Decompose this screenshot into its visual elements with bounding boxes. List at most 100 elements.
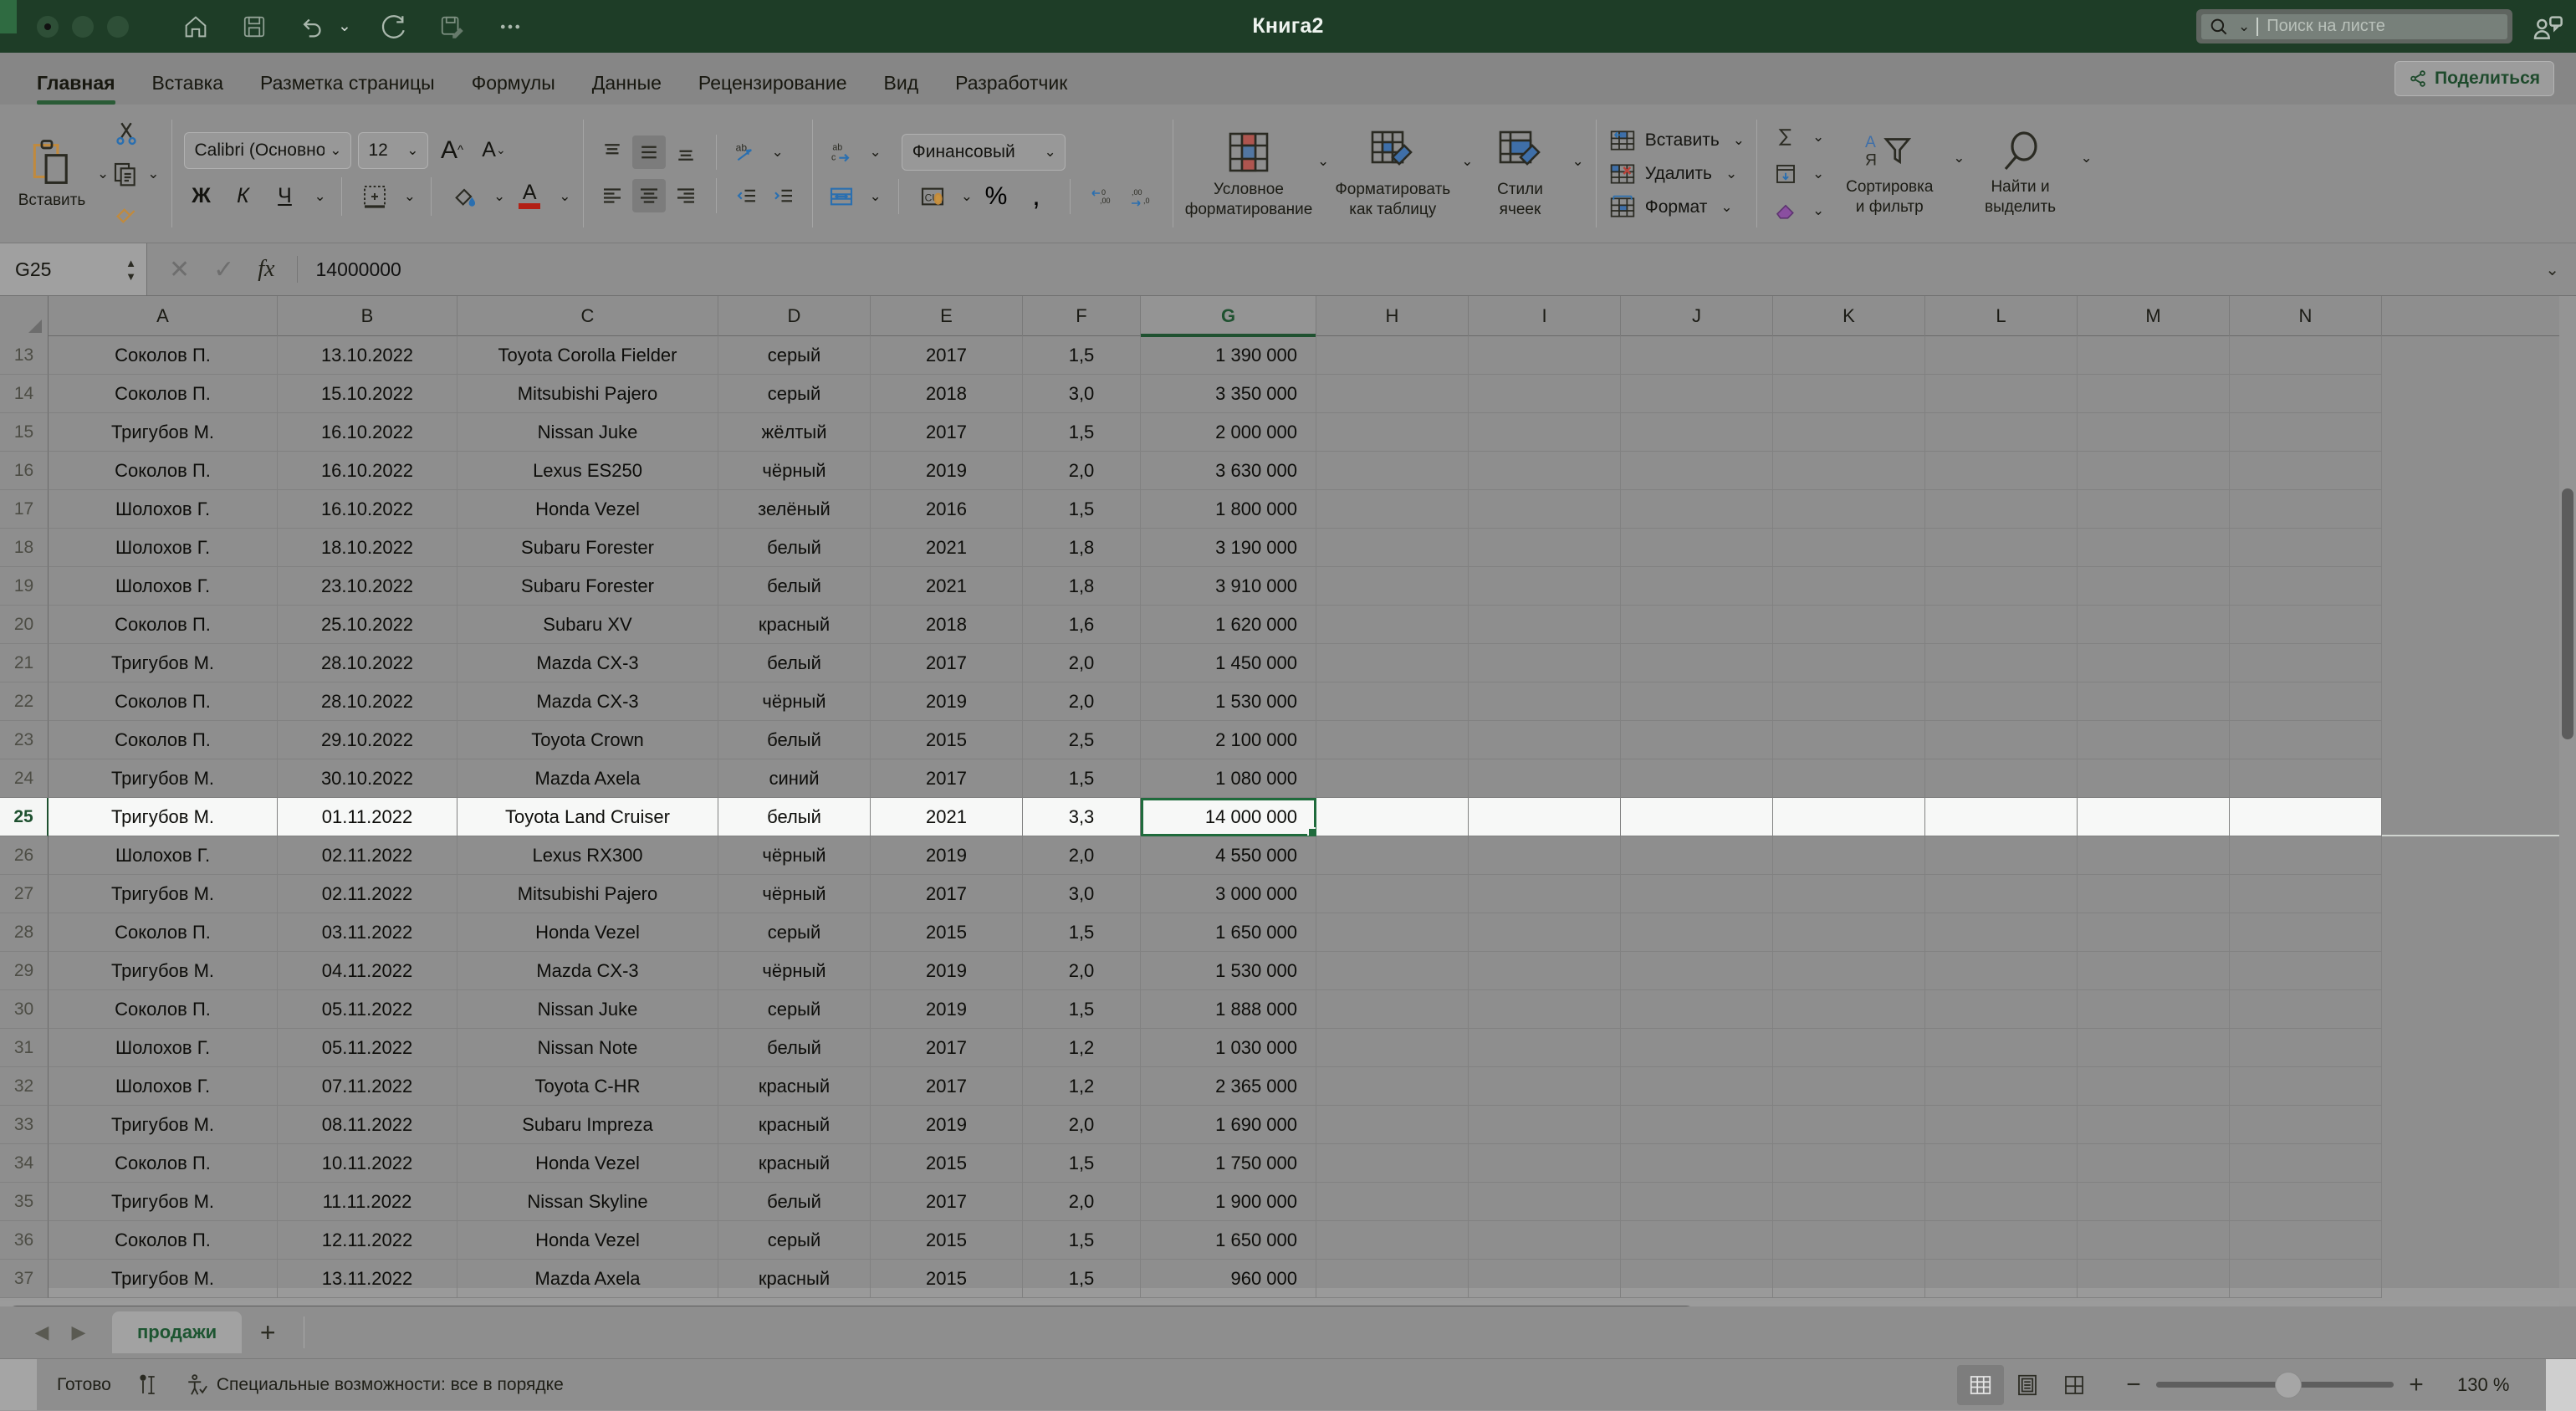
table-cell-c[interactable]: Lexus RX300 — [457, 836, 718, 875]
table-cell-d[interactable]: чёрный — [718, 452, 871, 490]
table-cell-g[interactable]: 4 550 000 — [1141, 836, 1316, 875]
table-row[interactable]: 28Соколов П.03.11.2022Honda Vezelсерый20… — [0, 913, 2576, 952]
column-header-a[interactable]: A — [49, 296, 278, 336]
text-orientation-button[interactable]: ab — [730, 135, 764, 169]
table-cell-k[interactable] — [1773, 913, 1925, 952]
table-cell-f[interactable]: 2,0 — [1023, 836, 1141, 875]
decrease-font-size-button[interactable]: A⌄ — [477, 133, 512, 168]
expand-formula-bar-chevron-icon[interactable]: ⌄ — [2545, 259, 2559, 280]
table-cell-n[interactable] — [2230, 452, 2382, 490]
table-cell-m[interactable] — [2078, 336, 2230, 375]
table-row[interactable]: 17Шолохов Г.16.10.2022Honda Vezelзелёный… — [0, 490, 2576, 529]
table-cell-e[interactable]: 2016 — [871, 490, 1023, 529]
column-header-c[interactable]: C — [457, 296, 718, 336]
table-cell-i[interactable] — [1469, 721, 1621, 759]
table-cell-a[interactable]: Соколов П. — [49, 336, 278, 375]
table-cell-f[interactable]: 2,0 — [1023, 1106, 1141, 1144]
table-cell-f[interactable]: 2,0 — [1023, 452, 1141, 490]
table-cell-f[interactable]: 1,5 — [1023, 1221, 1141, 1260]
table-cell-j[interactable] — [1621, 759, 1773, 798]
table-cell-n[interactable] — [2230, 1260, 2382, 1298]
table-cell-d[interactable]: синий — [718, 759, 871, 798]
table-cell-j[interactable] — [1621, 606, 1773, 644]
table-cell-l[interactable] — [1925, 682, 2078, 721]
table-cell-d[interactable]: белый — [718, 721, 871, 759]
table-cell-h[interactable] — [1316, 1183, 1469, 1221]
paste-button[interactable]: Вставить — [12, 138, 92, 210]
comma-format-button[interactable]: , — [1020, 180, 1053, 213]
table-cell-h[interactable] — [1316, 1067, 1469, 1106]
table-cell-a[interactable]: Шолохов Г. — [49, 1067, 278, 1106]
table-cell-f[interactable]: 3,0 — [1023, 375, 1141, 413]
table-cell-h[interactable] — [1316, 1144, 1469, 1183]
table-cell-f[interactable]: 2,0 — [1023, 952, 1141, 990]
column-header-l[interactable]: L — [1925, 296, 2078, 336]
table-cell-d[interactable]: серый — [718, 336, 871, 375]
table-cell-l[interactable] — [1925, 990, 2078, 1029]
table-cell-c[interactable]: Nissan Skyline — [457, 1183, 718, 1221]
table-cell-a[interactable]: Шолохов Г. — [49, 529, 278, 567]
align-left-button[interactable] — [595, 179, 629, 212]
table-cell-l[interactable] — [1925, 875, 2078, 913]
vertical-scrollbar[interactable] — [2559, 296, 2576, 1288]
table-cell-b[interactable]: 05.11.2022 — [278, 990, 457, 1029]
table-cell-d[interactable]: красный — [718, 1106, 871, 1144]
table-cell-k[interactable] — [1773, 606, 1925, 644]
table-cell-n[interactable] — [2230, 990, 2382, 1029]
table-cell-h[interactable] — [1316, 606, 1469, 644]
table-cell-e[interactable]: 2019 — [871, 1106, 1023, 1144]
table-row[interactable]: 25Тригубов М.01.11.2022Toyota Land Cruis… — [0, 798, 2576, 836]
table-cell-m[interactable] — [2078, 836, 2230, 875]
add-sheet-button[interactable]: + — [245, 1311, 290, 1353]
row-header[interactable]: 34 — [0, 1144, 49, 1183]
table-row[interactable]: 33Тригубов М.08.11.2022Subaru Imprezaкра… — [0, 1106, 2576, 1144]
table-cell-h[interactable] — [1316, 798, 1469, 836]
table-cell-e[interactable]: 2021 — [871, 798, 1023, 836]
table-cell-f[interactable]: 1,5 — [1023, 1260, 1141, 1298]
table-cell-g[interactable]: 1 650 000 — [1141, 913, 1316, 952]
tab-home[interactable]: Главная — [18, 72, 134, 105]
ribbon-tab-bar[interactable]: Главная Вставка Разметка страницы Формул… — [0, 53, 2576, 105]
table-cell-e[interactable]: 2021 — [871, 567, 1023, 606]
table-cell-b[interactable]: 15.10.2022 — [278, 375, 457, 413]
normal-view-button[interactable] — [1957, 1365, 2004, 1405]
table-cell-f[interactable]: 1,5 — [1023, 336, 1141, 375]
confirm-entry-icon[interactable]: ✓ — [213, 255, 234, 284]
table-cell-n[interactable] — [2230, 1067, 2382, 1106]
table-cell-c[interactable]: Toyota Land Cruiser — [457, 798, 718, 836]
table-cell-d[interactable]: белый — [718, 1183, 871, 1221]
table-cell-l[interactable] — [1925, 721, 2078, 759]
table-cell-n[interactable] — [2230, 1221, 2382, 1260]
table-cell-f[interactable]: 1,2 — [1023, 1029, 1141, 1067]
table-cell-b[interactable]: 05.11.2022 — [278, 1029, 457, 1067]
bold-button[interactable]: Ж — [184, 179, 219, 214]
copy-button[interactable]: ⌄ — [112, 156, 159, 192]
table-cell-k[interactable] — [1773, 682, 1925, 721]
table-cell-d[interactable]: серый — [718, 990, 871, 1029]
table-cell-i[interactable] — [1469, 875, 1621, 913]
row-header[interactable]: 25 — [0, 798, 49, 836]
table-cell-e[interactable]: 2019 — [871, 990, 1023, 1029]
wrap-text-button[interactable]: abc — [825, 135, 858, 169]
table-cell-g[interactable]: 960 000 — [1141, 1260, 1316, 1298]
format-cells-button[interactable]: Формат ⌄ — [1608, 194, 1745, 221]
table-cell-m[interactable] — [2078, 644, 2230, 682]
fill-color-dropdown-chevron-icon[interactable]: ⌄ — [493, 188, 505, 205]
name-box[interactable]: G25 ▲▼ — [0, 243, 147, 295]
table-cell-e[interactable]: 2017 — [871, 413, 1023, 452]
table-cell-j[interactable] — [1621, 913, 1773, 952]
table-cell-a[interactable]: Соколов П. — [49, 1144, 278, 1183]
page-layout-view-button[interactable] — [2004, 1365, 2051, 1405]
table-cell-b[interactable]: 16.10.2022 — [278, 490, 457, 529]
table-cell-n[interactable] — [2230, 1029, 2382, 1067]
table-cell-f[interactable]: 1,5 — [1023, 913, 1141, 952]
align-center-button[interactable] — [632, 179, 666, 212]
table-cell-j[interactable] — [1621, 1260, 1773, 1298]
table-cell-e[interactable]: 2017 — [871, 336, 1023, 375]
merge-dropdown-chevron-icon[interactable]: ⌄ — [870, 188, 882, 205]
table-cell-d[interactable]: жёлтый — [718, 413, 871, 452]
table-cell-m[interactable] — [2078, 875, 2230, 913]
row-header[interactable]: 15 — [0, 413, 49, 452]
table-cell-c[interactable]: Subaru Impreza — [457, 1106, 718, 1144]
increase-indent-button[interactable] — [767, 179, 800, 212]
